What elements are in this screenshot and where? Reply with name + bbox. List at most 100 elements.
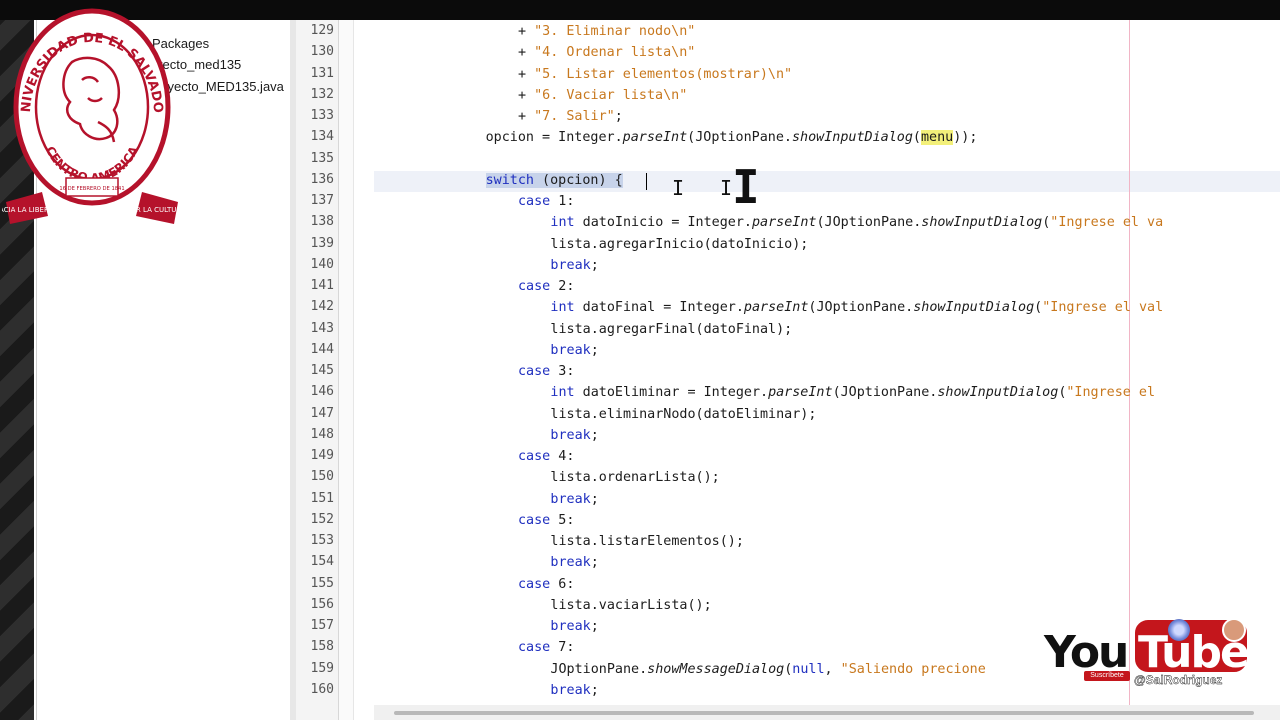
line-number: 130 bbox=[310, 44, 334, 60]
line-number: 146 bbox=[310, 384, 334, 400]
code-line[interactable]: lista.agregarFinal(datoFinal); bbox=[550, 319, 792, 340]
seal-left-motto: HACIA LA LIBERTAD bbox=[2, 206, 62, 214]
code-line[interactable]: + "7. Salir"; bbox=[518, 106, 623, 127]
line-number: 133 bbox=[310, 108, 334, 123]
code-token: null bbox=[792, 661, 825, 677]
code-token: + bbox=[518, 66, 535, 82]
code-line[interactable]: JOptionPane.showMessageDialog(null, "Sal… bbox=[550, 659, 985, 680]
code-token: (JOptionPane. bbox=[687, 130, 792, 146]
code-line[interactable]: break; bbox=[550, 680, 598, 701]
code-token: ; bbox=[614, 109, 623, 124]
code-token: parseInt bbox=[751, 215, 817, 231]
code-line[interactable]: lista.ordenarLista(); bbox=[550, 467, 719, 488]
code-token: opcion = Integer. bbox=[485, 130, 623, 146]
horizontal-scrollbar[interactable] bbox=[374, 705, 1280, 720]
code-line[interactable]: case 7: bbox=[518, 637, 574, 658]
code-line[interactable]: + "5. Listar elementos(mostrar)\n" bbox=[518, 64, 792, 85]
code-token: parseInt bbox=[622, 130, 688, 146]
code-token: case bbox=[518, 512, 551, 528]
code-token: 6: bbox=[550, 576, 575, 592]
line-number: 145 bbox=[310, 363, 334, 378]
code-line[interactable]: lista.listarElementos(); bbox=[550, 531, 743, 552]
line-number: 140 bbox=[310, 256, 334, 272]
line-number: 156 bbox=[310, 596, 334, 612]
code-token: break bbox=[550, 257, 591, 273]
code-token: case bbox=[518, 279, 551, 294]
code-line[interactable]: break; bbox=[550, 489, 598, 510]
code-token: "Ingrese el va bbox=[1050, 215, 1164, 231]
code-line[interactable]: lista.eliminarNodo(datoEliminar); bbox=[550, 404, 816, 425]
youtube-watermark[interactable]: You Tube Suscríbete @SalRodriguez bbox=[1040, 615, 1280, 695]
subscribe-badge[interactable]: Suscríbete bbox=[1084, 671, 1130, 681]
line-number: 151 bbox=[310, 490, 334, 506]
code-line[interactable]: case 4: bbox=[518, 446, 574, 467]
code-line[interactable]: int datoEliminar = Integer.parseInt(JOpt… bbox=[550, 382, 1155, 403]
code-line[interactable]: case 3: bbox=[518, 361, 574, 382]
code-line[interactable]: int datoInicio = Integer.parseInt(JOptio… bbox=[550, 212, 1163, 233]
code-token: showInputDialog bbox=[913, 300, 1035, 316]
code-token: , bbox=[824, 661, 841, 677]
code-token: break bbox=[550, 682, 591, 698]
code-line[interactable]: break; bbox=[550, 552, 598, 573]
line-number: 142 bbox=[310, 299, 334, 315]
line-number: 139 bbox=[310, 235, 334, 251]
seal-date: 16 DE FEBRERO DE 1841 bbox=[59, 186, 124, 192]
ibeam-cursor-small-icon: I bbox=[672, 176, 685, 200]
code-line[interactable]: + "4. Ordenar lista\n" bbox=[518, 42, 695, 63]
code-token: ; bbox=[590, 682, 599, 698]
code-token: + bbox=[518, 109, 535, 124]
code-token: break bbox=[550, 555, 591, 571]
code-line[interactable]: case 1: bbox=[518, 191, 574, 212]
line-number: 136 bbox=[310, 171, 334, 187]
code-line[interactable]: break; bbox=[550, 255, 598, 276]
code-token: menu bbox=[920, 130, 954, 146]
code-token: 3: bbox=[550, 364, 575, 379]
code-line[interactable]: lista.agregarInicio(datoInicio); bbox=[550, 234, 808, 255]
code-line[interactable]: + "3. Eliminar nodo\n" bbox=[518, 21, 695, 42]
code-token: "Saliendo precione bbox=[840, 661, 986, 677]
code-token: (JOptionPane. bbox=[808, 300, 914, 316]
code-token: ; bbox=[590, 427, 599, 443]
code-line[interactable]: break; bbox=[550, 616, 598, 637]
code-token: ( bbox=[912, 130, 921, 146]
line-number: 158 bbox=[310, 639, 334, 655]
horizontal-scrollbar-thumb[interactable] bbox=[394, 711, 1254, 715]
globe-icon bbox=[1168, 619, 1190, 641]
code-token: + bbox=[518, 87, 535, 103]
code-token: int bbox=[550, 215, 575, 231]
line-number: 160 bbox=[310, 681, 334, 697]
code-line[interactable]: lista.vaciarLista(); bbox=[550, 595, 711, 616]
code-line[interactable]: opcion = Integer.parseInt(JOptionPane.sh… bbox=[485, 127, 978, 148]
code-token: int bbox=[550, 300, 575, 316]
code-area[interactable]: 129 + "3. Eliminar nodo\n" 130 + "4. Ordena… bbox=[0, 0, 1280, 720]
code-token: datoInicio = Integer. bbox=[574, 215, 752, 231]
channel-avatar bbox=[1222, 618, 1246, 642]
code-token: showInputDialog bbox=[937, 385, 1059, 401]
code-line[interactable]: break; bbox=[550, 340, 598, 361]
code-token: datoEliminar = Integer. bbox=[574, 385, 769, 401]
code-token: 4: bbox=[550, 449, 575, 464]
code-token: 2: bbox=[550, 279, 575, 294]
code-token: break bbox=[550, 619, 591, 634]
code-token: lista.ordenarLista(); bbox=[550, 470, 720, 486]
code-line[interactable]: break; bbox=[550, 425, 598, 446]
line-number: 143 bbox=[310, 320, 334, 336]
code-token: case bbox=[518, 194, 551, 209]
code-token: showInputDialog bbox=[791, 130, 913, 146]
code-line[interactable]: + "6. Vaciar lista\n" bbox=[518, 85, 687, 106]
code-line[interactable]: int datoFinal = Integer.parseInt(JOption… bbox=[550, 297, 1163, 318]
line-number: 152 bbox=[310, 511, 334, 527]
code-line[interactable]: case 6: bbox=[518, 574, 574, 595]
code-token: )); bbox=[953, 130, 978, 146]
code-token: ; bbox=[590, 619, 599, 634]
code-token: break bbox=[550, 491, 591, 507]
line-number: 149 bbox=[310, 448, 334, 463]
code-token: ; bbox=[590, 257, 599, 273]
code-token: lista.agregarFinal(datoFinal); bbox=[550, 321, 793, 337]
line-number: 135 bbox=[310, 150, 334, 166]
code-token: ; bbox=[590, 342, 599, 358]
code-line[interactable]: switch (opcion) { bbox=[485, 170, 623, 191]
code-line[interactable]: case 2: bbox=[518, 276, 574, 297]
code-token: ( bbox=[1034, 300, 1043, 316]
code-line[interactable]: case 5: bbox=[518, 510, 574, 531]
